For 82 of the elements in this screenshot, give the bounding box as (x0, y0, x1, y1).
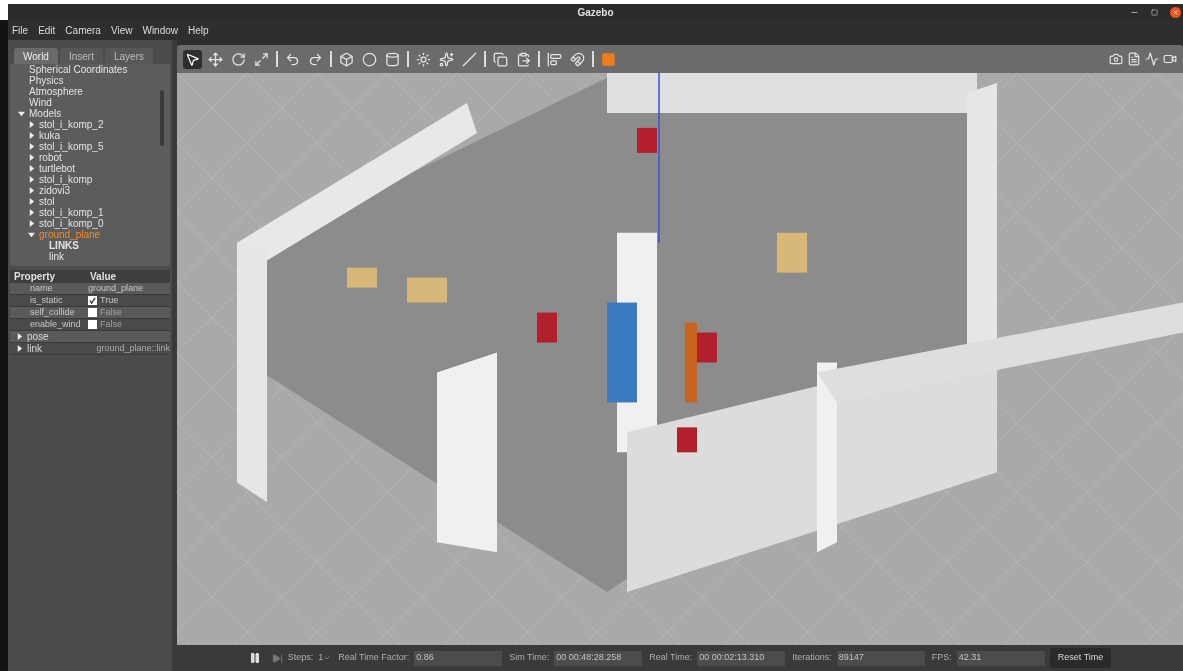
stat-value-field: 00 00:02:13.310 (697, 650, 786, 666)
stat-label: Iterations: (792, 651, 832, 665)
panel-tab[interactable]: World (14, 48, 58, 64)
tree-item[interactable]: link (49, 251, 64, 262)
menu-item[interactable]: Window (142, 22, 178, 38)
pointer-icon[interactable] (183, 49, 202, 69)
log-file-icon[interactable] (1127, 52, 1141, 66)
stat-label: Real Time Factor: (338, 651, 410, 665)
tree-item[interactable]: kuka (39, 130, 61, 141)
collapsed-arrow-icon[interactable] (28, 220, 35, 227)
tree-item[interactable]: stol_i_komp_1 (39, 207, 104, 218)
menu-item[interactable]: File (12, 22, 29, 38)
stat-value-field: 0.86 (414, 650, 503, 666)
checkbox[interactable] (88, 308, 97, 317)
tree-item[interactable]: Models (29, 108, 62, 119)
window-title: Gazebo (577, 5, 614, 20)
collapsed-arrow-icon[interactable] (28, 209, 35, 216)
collapsed-arrow-icon[interactable] (28, 132, 35, 139)
property-name: link (27, 342, 43, 356)
close-icon (1172, 8, 1179, 16)
panel-tab[interactable]: Insert (59, 48, 103, 64)
property-name: pose (27, 330, 50, 344)
scrollbar-thumb[interactable] (160, 90, 164, 146)
pause-icon[interactable] (248, 652, 261, 664)
collapsed-arrow-icon[interactable] (16, 345, 23, 352)
tree-item[interactable]: stol (39, 196, 55, 207)
video-icon[interactable] (1163, 52, 1177, 66)
property-value: True (100, 293, 119, 307)
property-value: False (100, 305, 122, 319)
collapsed-arrow-icon[interactable] (28, 121, 35, 128)
step-icon[interactable] (271, 652, 283, 664)
checkbox[interactable] (88, 296, 97, 305)
caret-icon (323, 654, 332, 662)
stat-label: Real Time: (649, 651, 693, 665)
tree-item[interactable]: stol_i_komp (39, 174, 93, 185)
tree-item[interactable]: robot (39, 152, 62, 163)
tree-item[interactable]: Physics (29, 75, 64, 86)
tree-item[interactable]: stol_i_komp_0 (39, 218, 104, 229)
collapsed-arrow-icon[interactable] (28, 198, 35, 205)
collapsed-arrow-icon[interactable] (28, 165, 35, 172)
expanded-arrow-icon[interactable] (18, 110, 25, 117)
menu-item[interactable]: Camera (65, 22, 101, 38)
tree-item[interactable]: zidovi3 (39, 185, 71, 196)
stat-label: Sim Time: (509, 651, 550, 665)
tree-item[interactable]: LINKS (49, 240, 79, 251)
menu-item[interactable]: View (110, 22, 133, 38)
panel-tab[interactable]: Layers (104, 48, 153, 64)
stat-value-field: 42.31 (956, 650, 1045, 666)
property-name: is_static (29, 293, 64, 307)
tree-item[interactable]: turtlebot (39, 163, 76, 174)
collapsed-arrow-icon[interactable] (28, 187, 35, 194)
collapsed-arrow-icon[interactable] (16, 333, 23, 340)
collapsed-arrow-icon[interactable] (28, 154, 35, 161)
property-value: ground_plane::link (96, 341, 170, 355)
collapsed-arrow-icon[interactable] (28, 176, 35, 183)
column-header: Value (89, 270, 117, 284)
maximize-icon[interactable] (1151, 8, 1158, 16)
property-name: self_collide (29, 305, 76, 319)
expanded-arrow-icon[interactable] (28, 231, 35, 238)
close-button[interactable] (1170, 6, 1181, 18)
checkbox[interactable] (88, 320, 97, 329)
menu-item[interactable]: Edit (38, 22, 56, 38)
property-value: False (100, 317, 122, 331)
stat-value-field: 00 00:48:28.258 (554, 650, 643, 666)
property-name: enable_wind (29, 317, 82, 331)
plot-line-icon[interactable] (1145, 52, 1159, 66)
tree-item[interactable]: Atmosphere (29, 86, 83, 97)
property-value: ground_plane (88, 281, 144, 295)
tree-item[interactable]: stol_i_komp_2 (39, 119, 104, 130)
tree-item[interactable]: Spherical Coordinates (29, 64, 128, 75)
stat-value-field: 89147 (836, 650, 925, 666)
reset-time-button[interactable]: Reset Time (1049, 648, 1112, 668)
tree-item[interactable]: Wind (29, 97, 52, 108)
stat-label: FPS: (931, 651, 952, 665)
menu-item[interactable]: Help (188, 22, 209, 38)
steps-spinbox[interactable]: 1 (318, 651, 332, 665)
collapsed-arrow-icon[interactable] (28, 143, 35, 150)
camera-icon[interactable] (1109, 52, 1123, 66)
column-header: Property (13, 270, 57, 284)
property-name: name (29, 282, 54, 295)
steps-label: Steps: (287, 651, 314, 665)
tree-item[interactable]: stol_i_komp_5 (39, 141, 104, 152)
